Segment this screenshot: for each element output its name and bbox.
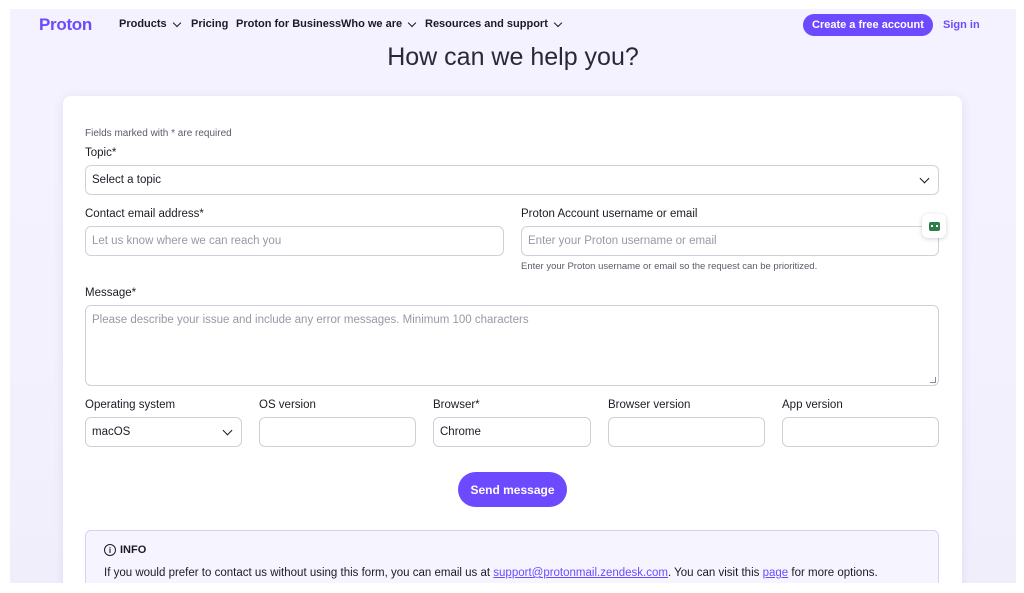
password-manager-widget[interactable] xyxy=(922,214,946,238)
proton-logo[interactable]: Proton xyxy=(39,15,92,35)
browser-field[interactable]: Chrome xyxy=(433,417,591,447)
app-version-field[interactable] xyxy=(782,417,939,447)
create-account-button[interactable]: Create a free account xyxy=(803,14,933,36)
os-version-label: OS version xyxy=(259,399,316,411)
message-textarea[interactable]: Please describe your issue and include a… xyxy=(85,305,939,386)
info-text-middle: . You can visit this xyxy=(667,567,763,579)
send-message-button[interactable]: Send message xyxy=(458,472,567,507)
nav-resources[interactable]: Resources and support xyxy=(425,18,563,30)
chevron-down-icon xyxy=(553,18,563,27)
email-label: Contact email address* xyxy=(85,208,204,220)
info-box: i INFO If you would prefer to contact us… xyxy=(85,530,939,583)
page-title: How can we help you? xyxy=(387,43,639,71)
app-version-label: App version xyxy=(782,399,843,411)
chevron-down-icon xyxy=(222,425,233,436)
topic-select-value: Select a topic xyxy=(92,174,162,186)
browser-label: Browser* xyxy=(433,399,480,411)
resize-handle-icon[interactable] xyxy=(930,377,936,383)
nav-products-label: Products xyxy=(119,18,167,30)
required-note: Fields marked with * are required xyxy=(85,128,232,139)
browser-version-label: Browser version xyxy=(608,399,691,411)
nav-business-label: Proton for Business xyxy=(236,18,342,30)
info-text-after: for more options. xyxy=(788,567,878,579)
page-frame: Proton Products Pricing Proton for Busin… xyxy=(10,9,1016,583)
nav-business[interactable]: Proton for Business xyxy=(236,18,341,30)
support-email-link[interactable]: support@protonmail.zendesk.com xyxy=(493,567,668,579)
topic-label: Topic* xyxy=(85,147,117,159)
email-field[interactable]: Let us know where we can reach you xyxy=(85,226,504,256)
browser-version-field[interactable] xyxy=(608,417,765,447)
nav-who-label: Who we are xyxy=(341,18,403,30)
username-hint: Enter your Proton username or email so t… xyxy=(521,261,818,272)
nav-products[interactable]: Products xyxy=(119,18,181,30)
sign-in-link[interactable]: Sign in xyxy=(943,19,980,31)
contact-form-card: Fields marked with * are required Topic*… xyxy=(63,96,962,583)
os-select[interactable]: macOS xyxy=(85,417,242,447)
info-text: If you would prefer to contact us withou… xyxy=(104,567,878,579)
os-version-field[interactable] xyxy=(259,417,416,447)
topic-select[interactable]: Select a topic xyxy=(85,165,939,195)
os-select-value: macOS xyxy=(92,426,131,438)
message-placeholder: Please describe your issue and include a… xyxy=(92,314,529,326)
nav-pricing[interactable]: Pricing xyxy=(191,18,228,30)
nav-who-we-are[interactable]: Who we are xyxy=(341,18,417,30)
info-heading-label: INFO xyxy=(120,544,147,556)
nav-pricing-label: Pricing xyxy=(191,18,229,30)
nav-resources-label: Resources and support xyxy=(425,18,548,30)
info-icon: i xyxy=(104,544,116,556)
chevron-down-icon xyxy=(407,18,417,27)
chevron-down-icon xyxy=(172,18,181,27)
message-label: Message* xyxy=(85,287,137,299)
os-label: Operating system xyxy=(85,399,176,411)
username-field[interactable]: Enter your Proton username or email xyxy=(521,226,939,256)
info-page-link[interactable]: page xyxy=(763,567,789,579)
info-text-before: If you would prefer to contact us withou… xyxy=(104,567,494,579)
top-nav: Proton Products Pricing Proton for Busin… xyxy=(10,9,1016,43)
bot-icon xyxy=(928,221,940,231)
info-heading: i INFO xyxy=(104,544,146,556)
username-label: Proton Account username or email xyxy=(521,208,698,220)
chevron-down-icon xyxy=(919,173,930,184)
